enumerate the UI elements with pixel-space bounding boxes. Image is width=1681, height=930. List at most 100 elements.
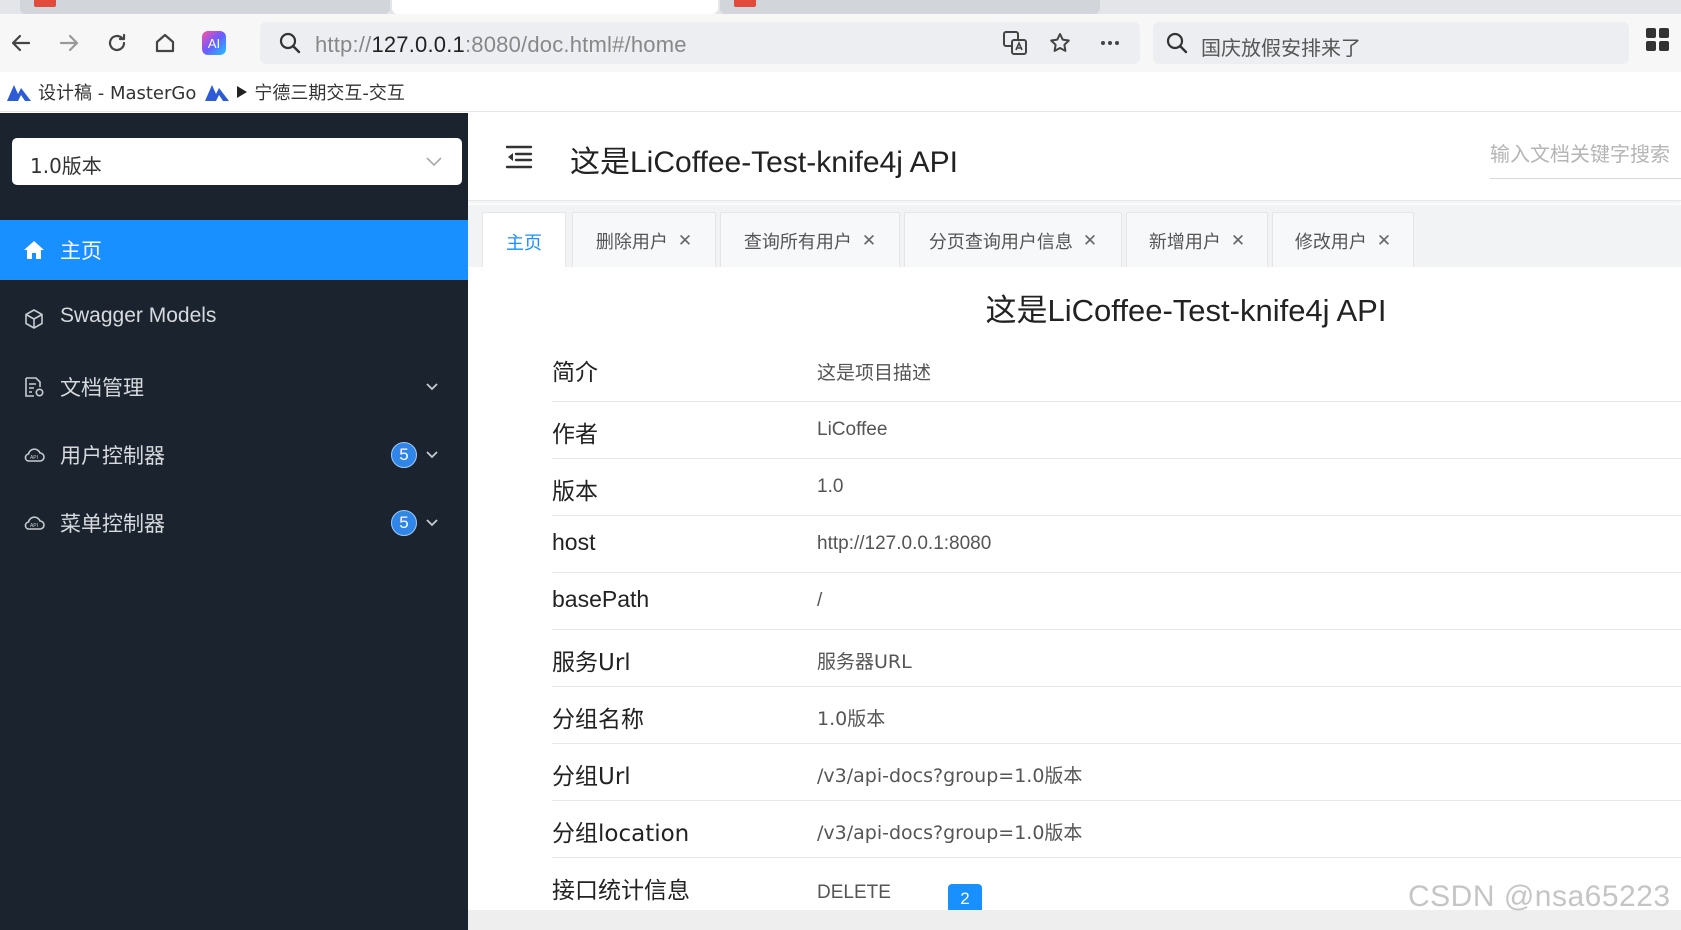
close-icon[interactable]: ✕ xyxy=(1231,231,1245,251)
favicon xyxy=(34,0,56,7)
grid-cell xyxy=(1646,28,1656,38)
more-button[interactable] xyxy=(1095,28,1125,58)
cube-icon xyxy=(25,309,43,329)
bookmark-label: 设计稿 - MasterGo xyxy=(38,82,197,104)
browser-search-box[interactable]: 国庆放假安排来了 xyxy=(1153,22,1629,64)
search-icon xyxy=(279,32,301,54)
more-dots-icon xyxy=(1101,41,1119,45)
sidebar-item-label: 主页 xyxy=(60,239,102,263)
back-button[interactable] xyxy=(4,26,38,60)
info-row-group-name: 分组名称 1.0版本 xyxy=(552,687,1681,744)
info-row-author: 作者 LiCoffee xyxy=(552,402,1681,459)
tab-edit-user[interactable]: 修改用户 ✕ xyxy=(1272,212,1414,269)
svg-text:API: API xyxy=(30,523,38,529)
menu-fold-icon[interactable] xyxy=(504,143,534,171)
search-suggestion-text: 国庆放假安排来了 xyxy=(1201,36,1361,60)
page-title: 这是LiCoffee-Test-knife4j API xyxy=(570,146,958,179)
doc-search-input[interactable] xyxy=(1490,139,1681,169)
chevron-down-icon xyxy=(426,383,438,391)
tab-home[interactable]: 主页 xyxy=(482,212,566,270)
close-icon[interactable]: ✕ xyxy=(1377,231,1391,251)
apps-grid-button[interactable] xyxy=(1646,28,1674,56)
info-key: 分组Url xyxy=(552,764,631,790)
tabs-bar: 主页 删除用户 ✕ 查询所有用户 ✕ 分页查询用户信息 ✕ 新增用户 ✕ 修改用户 ✕ xyxy=(468,205,1681,270)
bookmark-label: 宁德三期交互-交互 xyxy=(254,82,405,104)
tab-paged-user-query[interactable]: 分页查询用户信息 ✕ xyxy=(904,212,1122,269)
info-key: 版本 xyxy=(552,479,598,505)
svg-text:API: API xyxy=(30,455,38,461)
star-icon xyxy=(1050,33,1070,52)
info-key: 作者 xyxy=(552,422,598,448)
search-icon xyxy=(1166,32,1188,54)
browser-tab-active[interactable] xyxy=(392,0,718,14)
url-path: :8080/doc.html#/home xyxy=(465,32,687,57)
info-value: LiCoffee xyxy=(817,419,888,440)
info-value: / xyxy=(817,590,823,611)
close-icon[interactable]: ✕ xyxy=(678,231,692,251)
mastergo-logo-icon xyxy=(7,84,31,101)
info-value: 这是项目描述 xyxy=(817,362,932,384)
tab-label: 主页 xyxy=(506,232,542,254)
favicon xyxy=(734,0,756,7)
sidebar-item-swagger-models[interactable]: Swagger Models xyxy=(0,289,468,349)
info-value: /v3/api-docs?group=1.0版本 xyxy=(817,822,1083,844)
grid-cell xyxy=(1646,41,1656,51)
forward-button[interactable] xyxy=(52,26,86,60)
doc-settings-icon xyxy=(25,377,44,397)
bookmark-ningde[interactable]: 宁德三期交互-交互 xyxy=(204,79,405,105)
count-badge: 5 xyxy=(391,442,417,468)
chevron-down-icon xyxy=(426,451,438,459)
forward-arrow-icon xyxy=(59,34,79,52)
tab-delete-user[interactable]: 删除用户 ✕ xyxy=(572,212,716,269)
version-select-value: 1.0版本 xyxy=(30,154,102,178)
cloud-api-icon: API xyxy=(24,516,45,530)
url-host: 127.0.0.1 xyxy=(371,32,465,57)
tab-add-user[interactable]: 新增用户 ✕ xyxy=(1126,212,1268,269)
info-row-group-location: 分组location /v3/api-docs?group=1.0版本 xyxy=(552,801,1681,858)
close-icon[interactable]: ✕ xyxy=(1083,231,1097,251)
grid-cell xyxy=(1659,28,1669,38)
sidebar: 1.0版本 主页 Swagger Models 文档管理 API 用户控制器 5… xyxy=(0,113,468,930)
bookmark-mastergo[interactable]: 设计稿 - MasterGo xyxy=(6,79,196,105)
tab-label: 删除用户 xyxy=(595,232,668,253)
info-key: 分组名称 xyxy=(552,707,644,733)
info-key: 分组location xyxy=(552,821,690,847)
tab-label: 分页查询用户信息 xyxy=(928,232,1073,253)
browser-toolbar: AI http://127.0.0.1:8080/doc.html#/home … xyxy=(0,14,1681,72)
sidebar-item-user-controller[interactable]: API 用户控制器 5 xyxy=(0,425,468,485)
chevron-down-icon xyxy=(426,519,438,527)
sidebar-item-home[interactable]: 主页 xyxy=(0,220,468,280)
url-text[interactable]: http://127.0.0.1:8080/doc.html#/home xyxy=(315,32,687,58)
address-bar[interactable]: http://127.0.0.1:8080/doc.html#/home xyxy=(260,22,1140,64)
header: 这是LiCoffee-Test-knife4j API xyxy=(468,113,1681,201)
close-icon[interactable]: ✕ xyxy=(862,231,876,251)
reload-icon xyxy=(108,33,126,52)
sidebar-item-label: Swagger Models xyxy=(60,304,217,327)
info-value: 1.0 xyxy=(817,476,844,497)
sidebar-item-menu-controller[interactable]: API 菜单控制器 5 xyxy=(0,493,468,553)
tab-label: 修改用户 xyxy=(1294,232,1367,253)
sidebar-item-doc-management[interactable]: 文档管理 xyxy=(0,357,468,417)
browser-tab-strip xyxy=(0,0,1681,14)
browser-tab[interactable] xyxy=(720,0,1100,14)
ai-extension-button[interactable]: AI xyxy=(197,26,231,60)
url-scheme: http:// xyxy=(315,32,372,57)
info-key: host xyxy=(552,529,596,555)
browser-tab[interactable] xyxy=(20,0,390,14)
reload-button[interactable] xyxy=(100,26,134,60)
doc-search[interactable] xyxy=(1490,131,1681,179)
translate-button[interactable] xyxy=(1000,28,1030,58)
bookmarks-bar: 设计稿 - MasterGo 宁德三期交互-交互 xyxy=(0,72,1681,112)
favorite-button[interactable] xyxy=(1045,28,1075,58)
home-button[interactable] xyxy=(148,26,182,60)
info-value: 1.0版本 xyxy=(817,708,886,730)
info-value: 服务器URL xyxy=(817,651,912,673)
info-row-version: 版本 1.0 xyxy=(552,459,1681,516)
info-key: 接口统计信息 xyxy=(552,878,690,904)
watermark: CSDN @nsa65223 xyxy=(1408,880,1671,913)
info-row-description: 简介 这是项目描述 xyxy=(552,336,1681,402)
chevron-down-icon xyxy=(426,157,442,167)
tab-query-all-users[interactable]: 查询所有用户 ✕ xyxy=(720,212,900,269)
tab-label: 新增用户 xyxy=(1148,232,1221,253)
version-select[interactable]: 1.0版本 xyxy=(12,138,462,185)
